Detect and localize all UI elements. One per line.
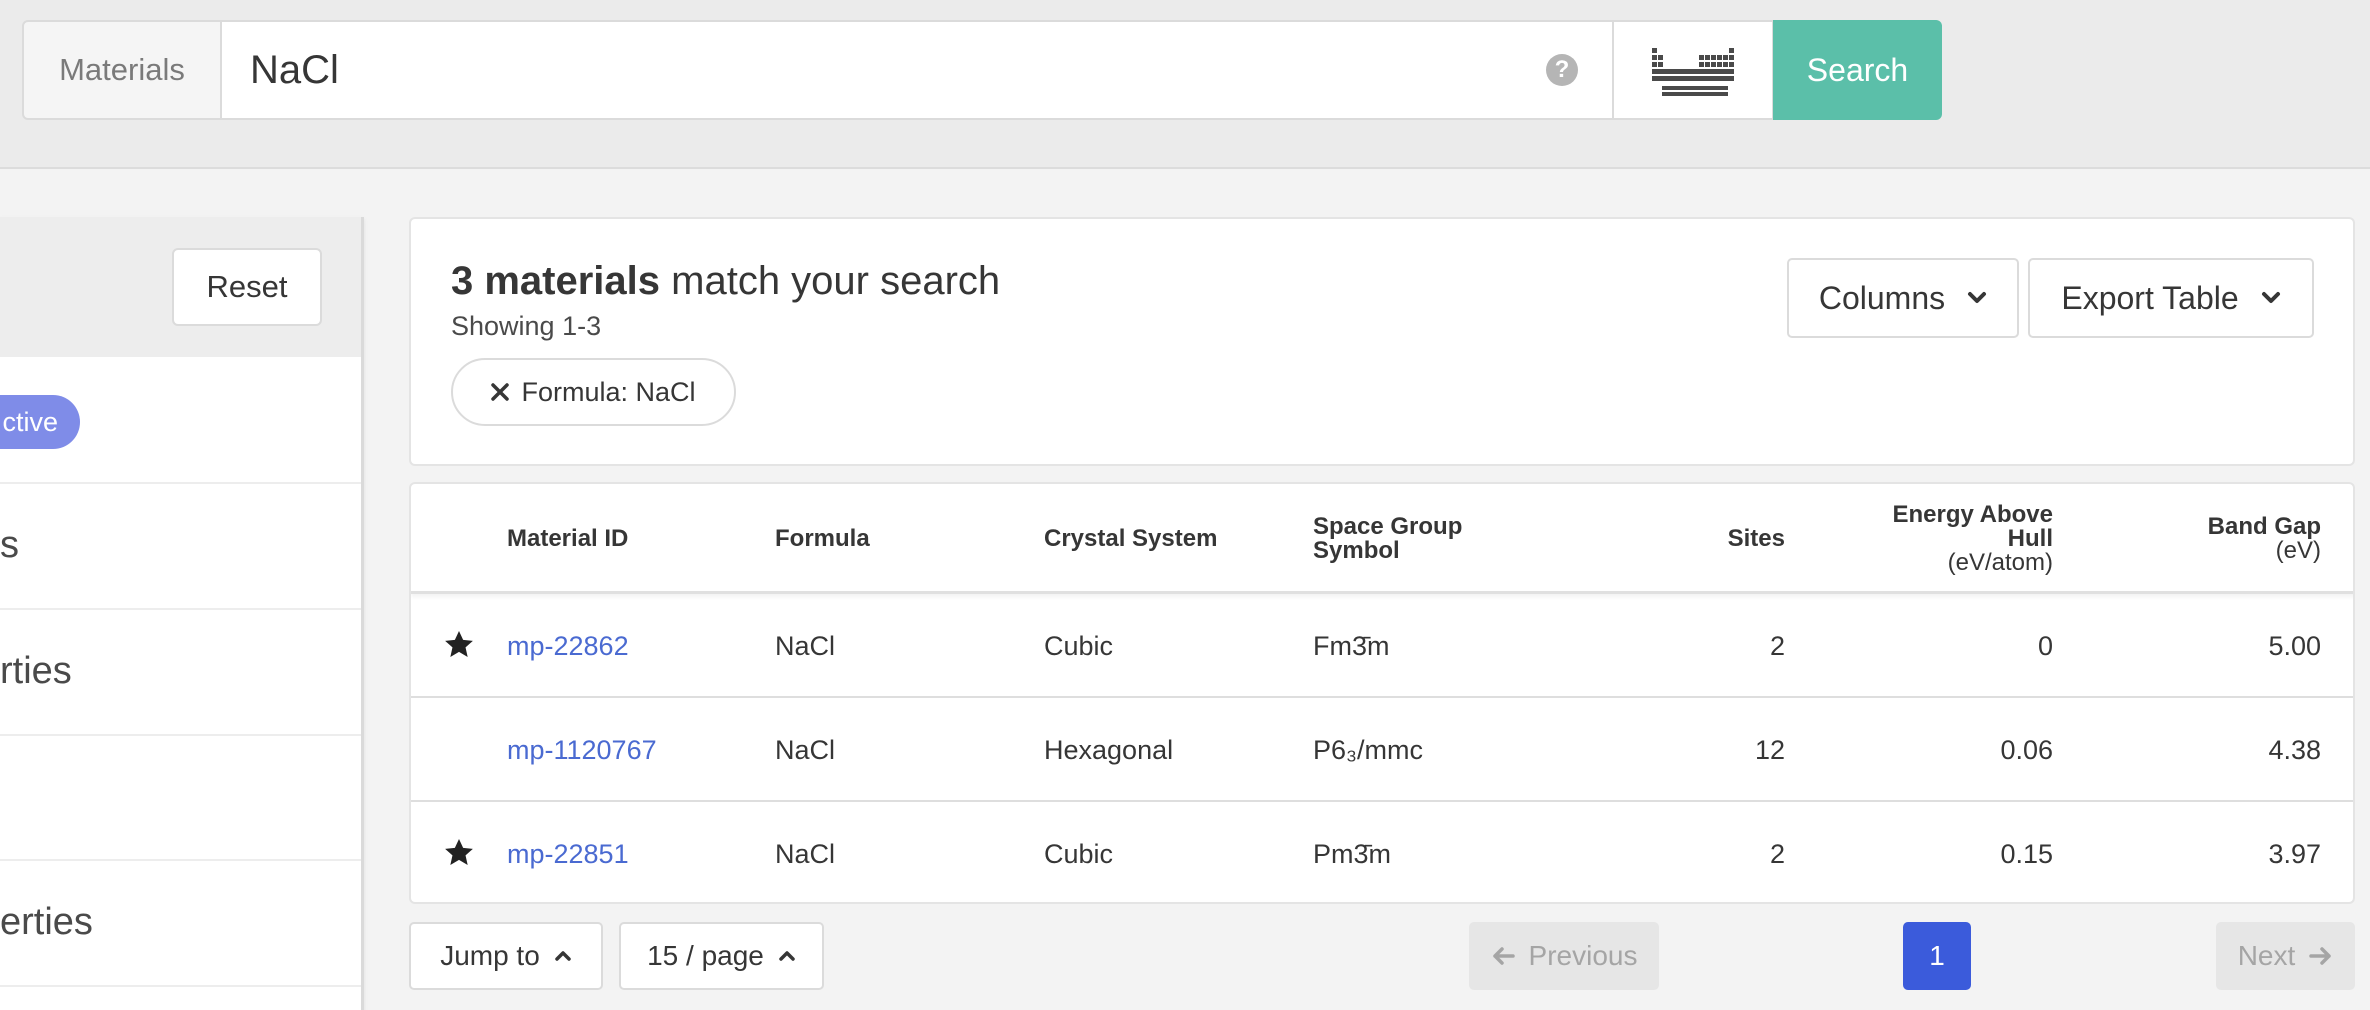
page-1-button[interactable]: 1 [1903,922,1971,990]
header-line: Hull [2007,525,2053,552]
column-header-sites[interactable]: Sites [1611,527,1785,551]
results-range: Showing 1-3 [451,311,602,341]
header-unit: (eV/atom) [1947,549,2053,576]
sites-cell: 2 [1769,630,1785,661]
reset-button[interactable]: Reset [172,248,322,326]
filter-section-label: rties [0,650,72,692]
material-id-cell[interactable]: mp-22862 [507,594,629,698]
periodic-table-button[interactable] [1612,20,1774,120]
close-icon[interactable] [491,383,510,401]
material-id-cell[interactable]: mp-22851 [507,802,629,902]
header-line: Energy Above [1892,501,2054,528]
chevron-up-icon [779,951,795,961]
column-header-space-group[interactable]: Space Group Symbol [1313,515,1462,563]
results-title: 3 materials match your search [451,259,1000,304]
formula-cell: NaCl [775,838,836,869]
export-label: Export Table [2061,279,2239,316]
periodic-table-icon [1652,48,1734,96]
header-line: Band Gap [2207,513,2321,540]
search-type-label: Materials [22,20,222,120]
results-summary: 3 materials match your search Showing 1-… [409,217,2355,466]
material-id-link[interactable]: mp-22862 [507,631,629,662]
header-line: Symbol [1313,537,1400,564]
results-table: Material ID Formula Crystal System Space… [409,482,2355,904]
band-gap-cell: 3.97 [2268,838,2321,869]
previous-page-button[interactable]: Previous [1469,922,1659,990]
filter-section-active[interactable]: ctive [0,357,361,484]
table-header: Material ID Formula Crystal System Space… [411,484,2353,594]
crystal-system-cell: Hexagonal [1044,734,1174,765]
column-header-energy-above-hull[interactable]: Energy Above Hull (eV/atom) [1811,501,2054,576]
chip-label: Formula: NaCl [521,376,696,407]
filter-section-2[interactable]: rties [0,610,361,736]
export-table-dropdown[interactable]: Export Table [2028,258,2314,338]
material-id-link[interactable]: mp-1120767 [507,735,657,766]
crystal-system-cell: Cubic [1044,630,1114,661]
material-id-link[interactable]: mp-22851 [507,839,629,870]
results-count: 3 materials [451,259,661,303]
star-icon[interactable] [443,837,475,869]
space-group-cell: Fm3̄m [1313,630,1390,661]
search-button[interactable]: Search [1773,20,1942,120]
chevron-up-icon [555,951,571,961]
formula-filter-chip[interactable]: Formula: NaCl [451,358,736,426]
crystal-system-cell: Cubic [1044,838,1114,869]
previous-label: Previous [1528,940,1638,971]
sites-cell: 12 [1754,734,1785,765]
space-group-cell: P6₃/mmc [1313,734,1424,765]
formula-cell: NaCl [775,630,836,661]
help-icon[interactable]: ? [1546,54,1578,86]
material-id-cell[interactable]: mp-1120767 [507,698,657,802]
arrow-left-icon [1492,947,1515,965]
header-line: Space Group [1313,513,1463,540]
table-row[interactable]: mp-22851 NaCl Cubic Pm3̄m 2 0.15 3.97 [411,802,2353,902]
filter-section-4[interactable]: erties [0,861,361,987]
filter-section-3[interactable] [0,736,361,861]
table-row[interactable]: mp-22862 NaCl Cubic Fm3̄m 2 0 5.00 [411,594,2353,698]
header-unit: (eV) [2275,537,2321,564]
energy-above-hull-cell: 0.06 [2000,734,2053,765]
band-gap-cell: 5.00 [2268,630,2321,661]
band-gap-cell: 4.38 [2268,734,2321,765]
column-header-band-gap[interactable]: Band Gap (eV) [2111,515,2321,563]
next-page-button[interactable]: Next [2216,922,2355,990]
jump-to-label: Jump to [440,940,540,971]
results-count-suffix: match your search [660,259,1001,303]
column-header-crystal-system[interactable]: Crystal System [1044,527,1217,551]
active-filters-badge: ctive [0,395,80,449]
per-page-dropdown[interactable]: 15 / page [619,922,824,990]
sites-cell: 2 [1769,838,1785,869]
per-page-label: 15 / page [647,940,764,971]
filter-section-label: erties [0,901,93,943]
search-bar: Materials NaCl ? Search [0,0,2370,169]
space-group-cell: Pm3̄m [1313,838,1392,869]
search-input[interactable]: NaCl [220,20,1614,120]
energy-above-hull-cell: 0 [2037,630,2053,661]
table-row[interactable]: mp-1120767 NaCl Hexagonal P6₃/mmc 12 0.0… [411,698,2353,802]
column-header-formula[interactable]: Formula [775,527,870,551]
filter-panel: Reset ctive s rties erties [0,217,364,1010]
filter-section-label: s [0,524,19,566]
chevron-down-icon [1968,292,1987,303]
energy-above-hull-cell: 0.15 [2000,838,2053,869]
columns-label: Columns [1818,279,1946,316]
columns-dropdown[interactable]: Columns [1787,258,2019,338]
column-header-material-id[interactable]: Material ID [507,527,628,551]
arrow-right-icon [2309,947,2332,965]
chevron-down-icon [2261,292,2280,303]
formula-cell: NaCl [775,734,836,765]
jump-to-dropdown[interactable]: Jump to [409,922,603,990]
filter-section-1[interactable]: s [0,484,361,610]
next-label: Next [2237,940,2296,971]
filter-panel-header: Reset [0,217,361,357]
star-icon[interactable] [443,629,475,661]
